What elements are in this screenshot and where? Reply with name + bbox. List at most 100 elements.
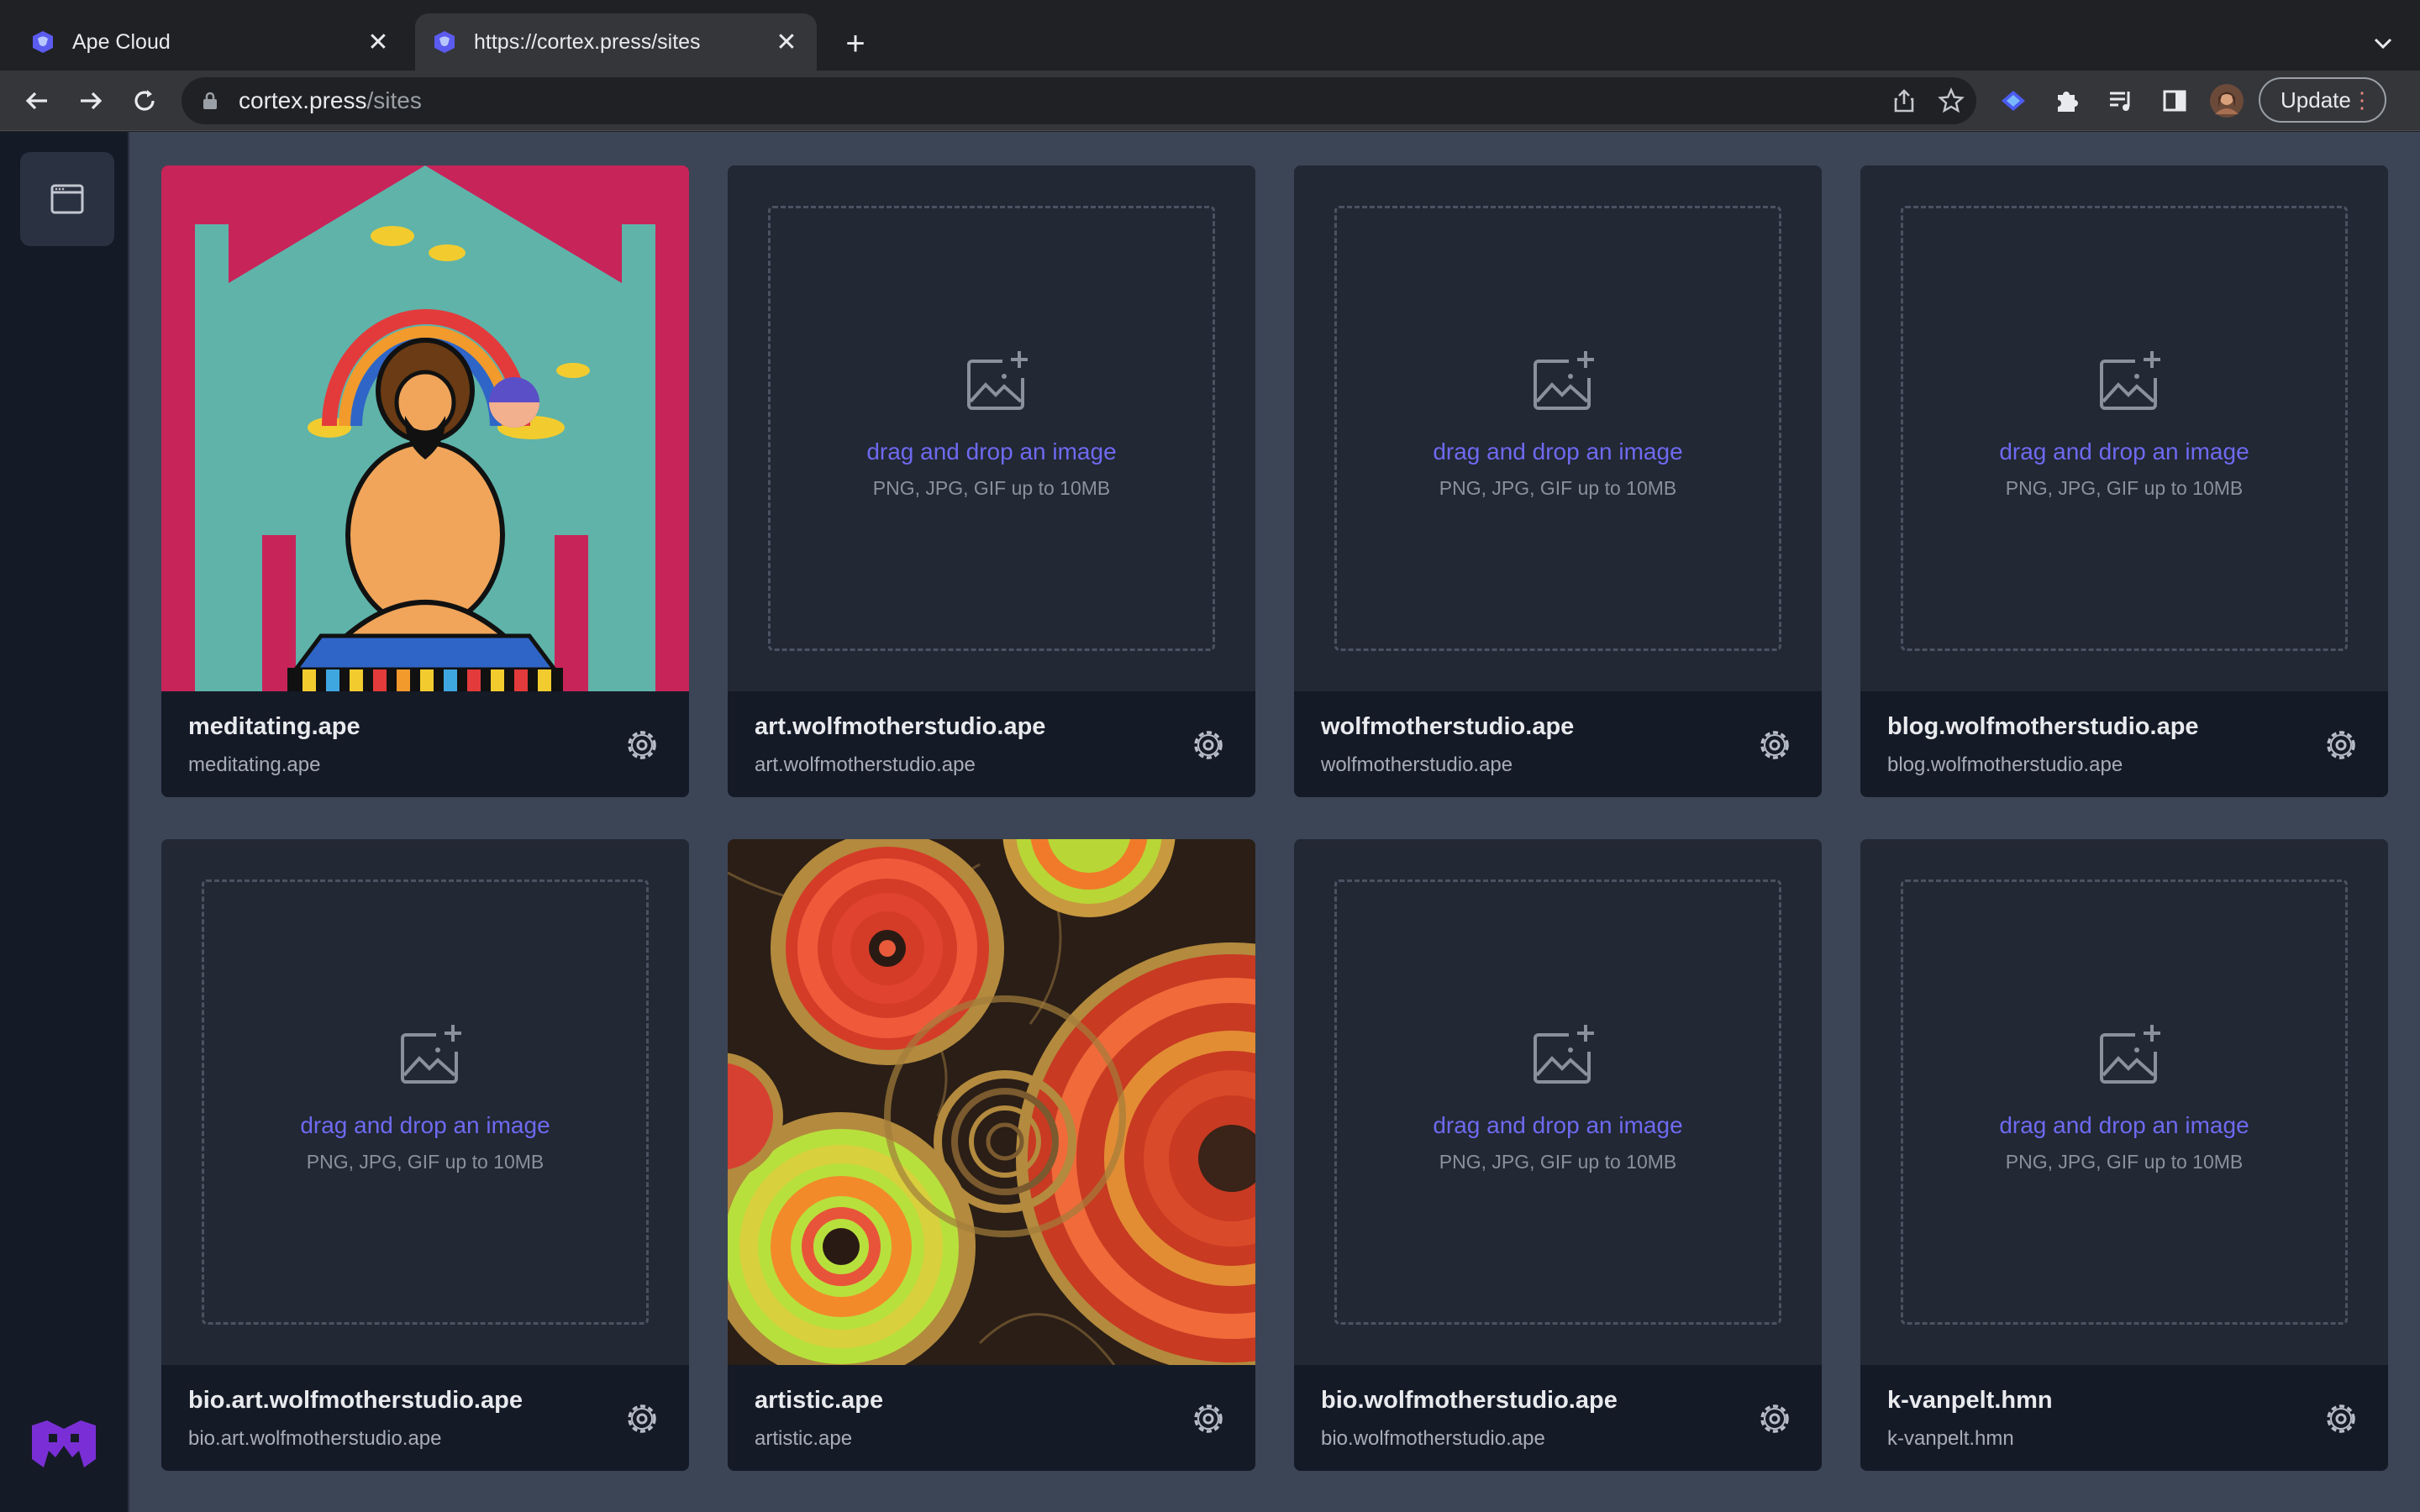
dropzone-border[interactable]: drag and drop an image PNG, JPG, GIF up … [1334,879,1781,1325]
dropzone-prompt[interactable]: drag and drop an image [1903,1112,2345,1139]
site-thumbnail[interactable] [728,839,1255,1365]
new-tab-button[interactable]: + [837,25,874,62]
site-name[interactable]: bio.wolfmotherstudio.ape [1321,1387,1618,1415]
site-card-footer: meditating.ape meditating.ape [161,691,689,797]
sidebar [0,132,129,1512]
dropzone-border[interactable]: drag and drop an image PNG, JPG, GIF up … [1334,206,1781,651]
lock-icon [203,92,217,109]
site-name[interactable]: art.wolfmotherstudio.ape [755,713,1045,741]
image-dropzone[interactable]: drag and drop an image PNG, JPG, GIF up … [1860,839,2388,1365]
url-path: /sites [366,87,422,113]
settings-gear-icon[interactable] [2324,728,2358,762]
close-tab-icon[interactable]: ✕ [773,29,800,56]
settings-gear-icon[interactable] [1758,728,1791,762]
ape-cloud-favicon-icon [33,31,53,53]
site-domain: wolfmotherstudio.ape [1321,753,1513,776]
sidebar-item-sites[interactable] [20,152,114,246]
dropzone-hint: PNG, JPG, GIF up to 10MB [872,477,1111,499]
site-card[interactable]: drag and drop an image PNG, JPG, GIF up … [1860,165,2388,797]
media-queue-icon[interactable] [2101,81,2141,121]
site-thumbnail[interactable] [161,165,689,691]
extension-ape-icon[interactable] [1993,81,2033,121]
dropzone-hint: PNG, JPG, GIF up to 10MB [306,1151,544,1173]
dropzone-prompt[interactable]: drag and drop an image [1903,438,2345,465]
site-card-footer: bio.wolfmotherstudio.ape bio.wolfmothers… [1294,1365,1822,1471]
settings-gear-icon[interactable] [1192,1402,1225,1436]
tab-title: Ape Cloud [72,29,171,54]
side-panel-icon[interactable] [2154,81,2195,121]
site-card[interactable]: drag and drop an image PNG, JPG, GIF up … [161,839,689,1471]
dropzone-border[interactable]: drag and drop an image PNG, JPG, GIF up … [1901,879,2348,1325]
tab-cortex-sites[interactable]: https://cortex.press/sites ✕ [415,13,817,71]
menu-dots-icon[interactable]: ⋮ [2351,88,2373,112]
dropzone-prompt[interactable]: drag and drop an image [204,1112,646,1139]
tab-title: https://cortex.press/sites [474,29,701,54]
site-card[interactable]: drag and drop an image PNG, JPG, GIF up … [1860,839,2388,1471]
site-name[interactable]: bio.art.wolfmotherstudio.ape [188,1387,523,1415]
settings-gear-icon[interactable] [2324,1402,2358,1436]
dropzone-hint: PNG, JPG, GIF up to 10MB [1439,477,1677,499]
forward-arrow-icon[interactable] [71,81,111,121]
back-arrow-icon[interactable] [17,81,57,121]
image-dropzone[interactable]: drag and drop an image PNG, JPG, GIF up … [728,165,1255,691]
profile-avatar[interactable] [2207,81,2247,121]
site-name[interactable]: artistic.ape [755,1387,883,1415]
tab-search-chevron-icon[interactable] [2366,27,2400,60]
settings-gear-icon[interactable] [1192,728,1225,762]
cortex-favicon-icon [434,31,455,53]
dropzone-border[interactable]: drag and drop an image PNG, JPG, GIF up … [202,879,649,1325]
site-domain: artistic.ape [755,1427,853,1450]
site-card-footer: blog.wolfmotherstudio.ape blog.wolfmothe… [1860,691,2388,797]
site-card[interactable]: drag and drop an image PNG, JPG, GIF up … [728,165,1255,797]
share-icon[interactable] [1891,87,1918,114]
reload-icon[interactable] [124,81,165,121]
add-image-icon [2100,1025,2160,1084]
add-image-icon [1534,1025,1594,1084]
site-domain: k-vanpelt.hmn [1887,1427,2014,1450]
image-dropzone[interactable]: drag and drop an image PNG, JPG, GIF up … [1294,165,1822,691]
add-image-icon [1534,351,1594,410]
site-card-footer: art.wolfmotherstudio.ape art.wolfmothers… [728,691,1255,797]
site-name[interactable]: k-vanpelt.hmn [1887,1387,2053,1415]
add-image-icon [401,1025,461,1084]
close-tab-icon[interactable]: ✕ [365,29,392,56]
dropzone-prompt[interactable]: drag and drop an image [1337,438,1779,465]
meditating-ape-illustration [161,165,689,691]
site-name[interactable]: wolfmotherstudio.ape [1321,713,1574,741]
site-card[interactable]: artistic.ape artistic.ape [728,839,1255,1471]
site-card[interactable]: drag and drop an image PNG, JPG, GIF up … [1294,165,1822,797]
update-button[interactable]: Update ⋮ [2259,77,2386,123]
site-card-footer: k-vanpelt.hmn k-vanpelt.hmn [1860,1365,2388,1471]
dropzone-hint: PNG, JPG, GIF up to 10MB [2005,477,2244,499]
url-text: cortex.press/sites [239,77,422,124]
extensions-puzzle-icon[interactable] [2047,81,2087,121]
image-dropzone[interactable]: drag and drop an image PNG, JPG, GIF up … [161,839,689,1365]
add-image-icon [2100,351,2160,410]
site-name[interactable]: blog.wolfmotherstudio.ape [1887,713,2199,741]
site-card[interactable]: meditating.ape meditating.ape [161,165,689,797]
dropzone-hint: PNG, JPG, GIF up to 10MB [1439,1151,1677,1173]
image-dropzone[interactable]: drag and drop an image PNG, JPG, GIF up … [1294,839,1822,1365]
update-label: Update [2281,87,2351,113]
browser-tab-strip: Ape Cloud ✕ https://cortex.press/sites ✕… [0,0,2420,71]
settings-gear-icon[interactable] [625,1402,659,1436]
dropzone-border[interactable]: drag and drop an image PNG, JPG, GIF up … [768,206,1215,651]
settings-gear-icon[interactable] [1758,1402,1791,1436]
dropzone-prompt[interactable]: drag and drop an image [771,438,1213,465]
address-bar[interactable]: cortex.press/sites [182,77,1976,124]
site-domain: art.wolfmotherstudio.ape [755,753,976,776]
dropzone-prompt[interactable]: drag and drop an image [1337,1112,1779,1139]
url-host: cortex.press [239,87,367,113]
dropzone-border[interactable]: drag and drop an image PNG, JPG, GIF up … [1901,206,2348,651]
browser-window-icon [50,184,84,214]
ape-logo-icon [32,1420,96,1467]
site-card[interactable]: drag and drop an image PNG, JPG, GIF up … [1294,839,1822,1471]
abstract-circles-painting [728,839,1255,1365]
image-dropzone[interactable]: drag and drop an image PNG, JPG, GIF up … [1860,165,2388,691]
tab-ape-cloud[interactable]: Ape Cloud ✕ [13,13,408,71]
site-name[interactable]: meditating.ape [188,713,360,741]
site-card-footer: artistic.ape artistic.ape [728,1365,1255,1471]
settings-gear-icon[interactable] [625,728,659,762]
bookmark-star-icon[interactable] [1938,87,1965,114]
site-domain: bio.wolfmotherstudio.ape [1321,1427,1545,1450]
